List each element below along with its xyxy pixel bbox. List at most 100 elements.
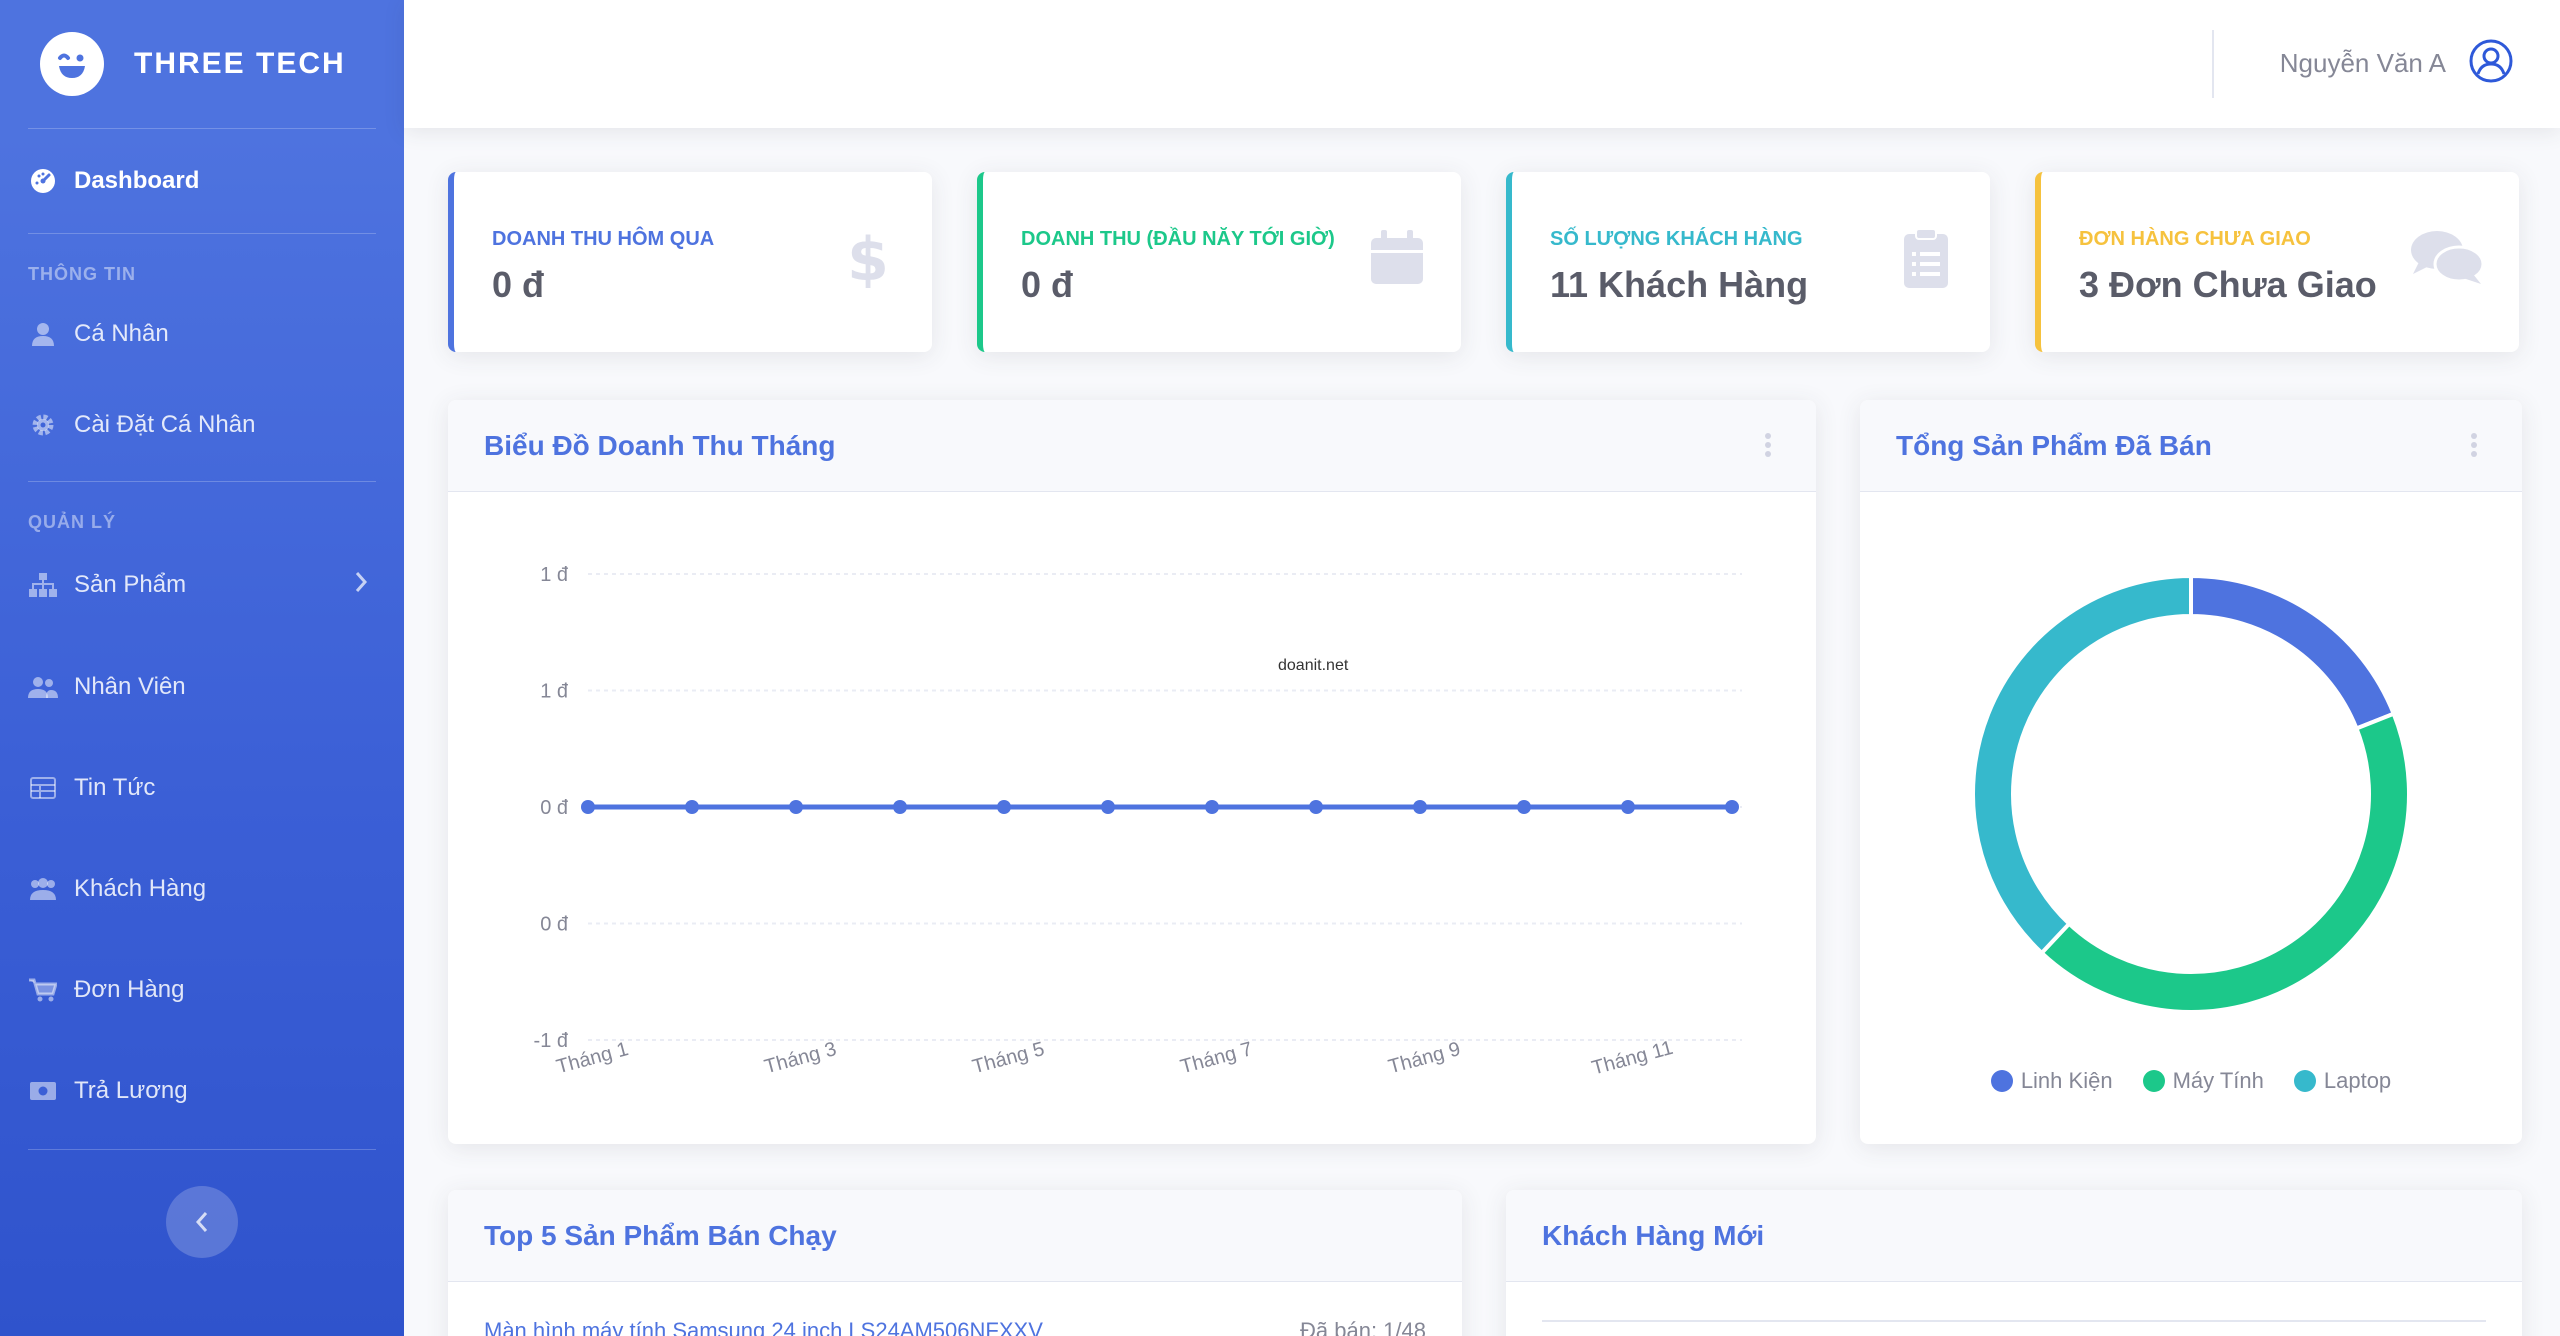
data-point <box>1725 800 1739 814</box>
brand[interactable]: THREE TECH <box>0 0 404 128</box>
sitemap-icon <box>28 570 58 600</box>
products-donut-chart <box>1971 573 2411 1014</box>
sidebar-item-products[interactable]: Sản Phẩm <box>0 533 404 637</box>
legend-label: Máy Tính <box>2172 1068 2264 1093</box>
chevron-left-icon <box>195 1212 208 1232</box>
data-point <box>1621 800 1635 814</box>
data-point <box>685 800 699 814</box>
legend-dot <box>2293 1070 2316 1092</box>
sidebar-item-dashboard[interactable]: Dashboard <box>0 129 404 233</box>
dashboard-gauge-icon <box>28 166 58 196</box>
sidebar-item-label: Đơn Hàng <box>74 976 185 1003</box>
laugh-wink-icon <box>40 32 104 96</box>
chart-watermark: doanit.net <box>1278 657 1349 674</box>
legend-label: Laptop <box>2323 1068 2392 1093</box>
sidebar-item-orders[interactable]: Đơn Hàng <box>0 939 404 1041</box>
sidebar-item-customers[interactable]: Khách Hàng <box>0 839 404 939</box>
comments-icon <box>2411 231 2485 284</box>
data-point <box>1517 800 1531 814</box>
chevron-right-icon <box>354 571 368 600</box>
sidebar-toggle-button[interactable] <box>166 1186 238 1258</box>
svg-text:$: $ <box>847 228 889 288</box>
calendar-icon <box>1371 230 1423 284</box>
user-circle-icon[interactable] <box>2468 38 2514 84</box>
donut-slice <box>2189 573 2397 732</box>
sidebar-item-label: Trả Lương <box>74 1077 188 1104</box>
y-tick-label: 0 đ <box>540 797 569 819</box>
sidebar-divider <box>28 1149 376 1150</box>
user-name[interactable]: Nguyễn Văn A <box>2280 48 2446 79</box>
brand-name: THREE TECH <box>134 47 346 80</box>
x-tick-label: Tháng 9 <box>1386 1038 1463 1078</box>
card-header: Tổng Sản Phẩm Đã Bán <box>1860 400 2522 492</box>
legend-label: Linh Kiện <box>2020 1068 2113 1093</box>
clipboard-icon <box>1904 228 1948 288</box>
sidebar-item-label: Cá Nhân <box>74 320 169 347</box>
top-products-title: Top 5 Sản Phẩm Bán Chạy <box>484 1220 837 1251</box>
users-cog-icon <box>28 874 58 904</box>
sidebar-heading-manage: QUẢN LÝ <box>28 512 116 532</box>
gear-icon <box>28 410 58 440</box>
stat-label: ĐƠN HÀNG CHƯA GIAO <box>2079 228 2311 250</box>
sidebar-item-label: Sản Phẩm <box>74 571 187 598</box>
card-header: Top 5 Sản Phẩm Bán Chạy <box>448 1190 1462 1282</box>
sidebar-item-news[interactable]: Tin Tức <box>0 737 404 839</box>
stat-value: 11 Khách Hàng <box>1550 264 1809 305</box>
kebab-menu-icon[interactable] <box>1764 432 1772 458</box>
products-chart-title: Tổng Sản Phẩm Đã Bán <box>1896 430 2212 461</box>
data-point <box>1413 800 1427 814</box>
stat-card-revenue-yesterday: DOANH THU HÔM QUA 0 đ $ <box>448 172 932 352</box>
data-point <box>893 800 907 814</box>
y-tick-label: 1 đ <box>540 564 569 586</box>
sidebar-item-label: Dashboard <box>74 167 200 194</box>
legend-dot <box>1990 1070 2013 1092</box>
stat-card-revenue-ytd: DOANH THU (ĐẦU NĂY TỚI GIỜ) 0 đ <box>977 172 1461 352</box>
sidebar-item-profile[interactable]: Cá Nhân <box>0 285 404 383</box>
table-icon <box>28 773 58 803</box>
data-point <box>789 800 803 814</box>
sidebar-item-employees[interactable]: Nhân Viên <box>0 637 404 737</box>
donut-slice <box>2038 711 2411 1014</box>
money-bill-icon <box>28 1076 58 1106</box>
revenue-chart-title: Biểu Đồ Doanh Thu Tháng <box>484 430 836 461</box>
new-customers-card: Khách Hàng Mới <box>1506 1190 2522 1336</box>
y-tick-label: 1 đ <box>540 681 569 703</box>
stat-value: 0 đ <box>1021 264 1074 305</box>
sidebar-item-label: Tin Tức <box>74 774 156 801</box>
legend-item[interactable]: Máy Tính <box>2142 1068 2264 1094</box>
data-point <box>1205 800 1219 814</box>
legend-dot <box>2142 1070 2165 1092</box>
table-divider <box>1542 1320 2486 1322</box>
revenue-chart-card: Biểu Đồ Doanh Thu Tháng 1 đ 1 đ 0 đ 0 đ -1 đ… <box>448 400 1816 1144</box>
data-point <box>581 800 595 814</box>
stat-label: DOANH THU (ĐẦU NĂY TỚI GIỜ) <box>1021 228 1335 250</box>
data-point <box>1309 800 1323 814</box>
new-customers-title: Khách Hàng Mới <box>1542 1220 1765 1251</box>
top-product-name[interactable]: Màn hình máy tính Samsung 24 inch LS24AM… <box>484 1318 1043 1336</box>
stat-value: 0 đ <box>492 264 545 305</box>
stat-card-pending-orders: ĐƠN HÀNG CHƯA GIAO 3 Đơn Chưa Giao <box>2035 172 2519 352</box>
x-tick-label: Tháng 7 <box>1178 1038 1255 1078</box>
sidebar-heading-info: THÔNG TIN <box>28 264 136 284</box>
sidebar-item-payroll[interactable]: Trả Lương <box>0 1041 404 1141</box>
y-tick-label: 0 đ <box>540 914 569 936</box>
revenue-line-chart: 1 đ1 đ0 đ0 đ-1 đ Tháng 1 Tháng 3 Tháng 5 Th… <box>534 564 1742 1080</box>
sidebar-item-settings[interactable]: Cài Đặt Cá Nhân <box>0 383 404 467</box>
stat-label: SỐ LƯỢNG KHÁCH HÀNG <box>1550 228 1803 250</box>
legend-item[interactable]: Linh Kiện <box>1990 1068 2113 1094</box>
topbar-divider <box>2212 30 2214 98</box>
card-header: Biểu Đồ Doanh Thu Tháng <box>448 400 1816 492</box>
sidebar-item-label: Cài Đặt Cá Nhân <box>74 411 256 438</box>
shopping-cart-icon <box>28 975 58 1005</box>
data-point <box>997 800 1011 814</box>
x-tick-label: Tháng 5 <box>970 1038 1047 1078</box>
x-tick-label: Tháng 11 <box>1589 1037 1675 1080</box>
sidebar: THREE TECH Dashboard THÔNG TIN Cá Nhân C… <box>0 0 404 1336</box>
card-header: Khách Hàng Mới <box>1506 1190 2522 1282</box>
chart-legend: Linh Kiện Máy Tính Laptop <box>1860 1068 2522 1094</box>
top-product-sold: Đã bán: 1/48 <box>1300 1318 1426 1336</box>
legend-item[interactable]: Laptop <box>2293 1068 2392 1094</box>
kebab-menu-icon[interactable] <box>2470 432 2478 458</box>
dollar-icon: $ <box>847 228 889 288</box>
data-point <box>1101 800 1115 814</box>
